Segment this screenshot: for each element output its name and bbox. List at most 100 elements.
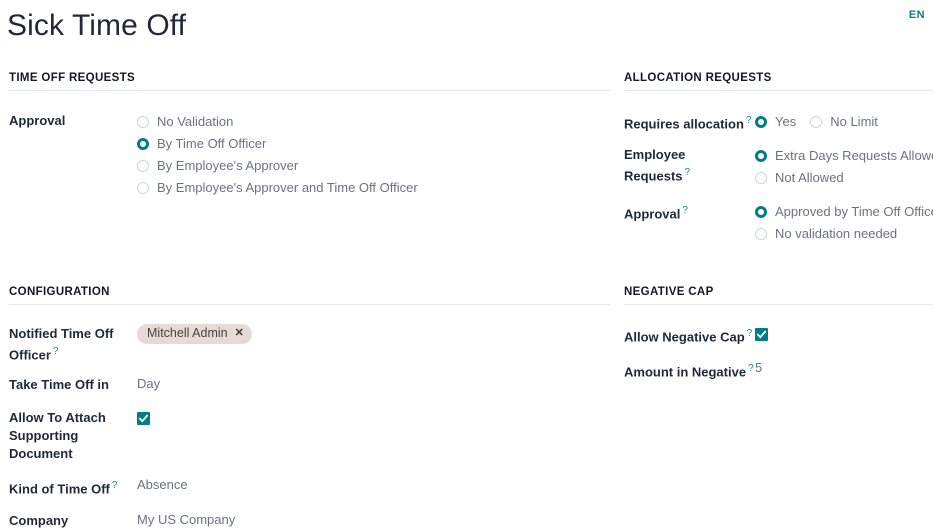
field-rows: Allow Negative Cap? Amount in Negative? … xyxy=(624,305,933,382)
field-row-requires-allocation: Requires allocation? Yes No Limit xyxy=(624,111,933,133)
label-company: Company xyxy=(9,512,69,528)
radio-employee-requests-not-allowed[interactable]: Not Allowed xyxy=(755,167,933,189)
radio-indicator-icon xyxy=(137,160,149,172)
label-text: Approval xyxy=(624,206,681,222)
radio-employee-requests-extra-days-allowed[interactable]: Extra Days Requests Allowed xyxy=(755,145,933,167)
radio-indicator-selected-icon xyxy=(755,150,767,163)
radio-indicator-icon xyxy=(755,228,767,241)
tag-remove-icon[interactable]: ✕ xyxy=(235,328,244,339)
help-tooltip-icon[interactable]: ? xyxy=(746,115,752,126)
radio-label: By Employee's Approver xyxy=(157,158,299,173)
radio-indicator-icon xyxy=(755,172,767,185)
label-allocation-approval: Approval? xyxy=(624,201,755,223)
field-rows: Requires allocation? Yes No Limit Employ… xyxy=(624,91,933,245)
field-rows: Approval No Validation By Time Off Offic… xyxy=(0,91,610,199)
help-tooltip-icon[interactable]: ? xyxy=(53,346,59,357)
radio-label: No Limit xyxy=(830,114,878,129)
label-text: Amount in Negative xyxy=(624,364,747,380)
label-allow-negative-cap: Allow Negative Cap? xyxy=(624,324,755,346)
label-text: Employee Requests xyxy=(624,147,686,184)
radio-indicator-selected-icon xyxy=(137,138,149,150)
value-allow-to-attach xyxy=(137,408,610,426)
radio-approval-no-validation[interactable]: No Validation xyxy=(137,111,610,133)
tag-mitchell-admin[interactable]: Mitchell Admin ✕ xyxy=(137,324,252,344)
value-allow-negative-cap xyxy=(755,324,933,342)
value-employee-requests: Extra Days Requests Allowed Not Allowed xyxy=(755,145,933,189)
radio-allocation-approval-approved-by-officer[interactable]: Approved by Time Off Officer xyxy=(755,201,933,223)
radio-label: Extra Days Requests Allowed xyxy=(775,148,933,164)
radio-approval-by-employees-approver[interactable]: By Employee's Approver xyxy=(137,155,610,177)
section-time-off-requests: TIME OFF REQUESTS Approval No Validation… xyxy=(0,72,610,209)
tag-label: Mitchell Admin xyxy=(147,326,228,340)
check-icon xyxy=(757,330,766,339)
radio-group-requires-allocation[interactable]: Yes No Limit xyxy=(755,111,933,133)
label-requires-allocation: Requires allocation? xyxy=(624,111,755,133)
value-allocation-approval: Approved by Time Off Officer No validati… xyxy=(755,201,933,245)
section-title-negative-cap: NEGATIVE CAP xyxy=(624,286,714,298)
field-row-allocation-approval: Approval? Approved by Time Off Officer N… xyxy=(624,201,933,245)
help-tooltip-icon[interactable]: ? xyxy=(112,480,118,491)
field-row-company: Company My US Company xyxy=(0,511,610,530)
field-row-kind-of-time-off: Kind of Time Off? Absence xyxy=(0,476,610,498)
radio-group-employee-requests[interactable]: Extra Days Requests Allowed Not Allowed xyxy=(755,145,933,189)
radio-group-allocation-approval[interactable]: Approved by Time Off Officer No validati… xyxy=(755,201,933,245)
help-tooltip-icon[interactable]: ? xyxy=(748,363,754,374)
radio-indicator-icon xyxy=(137,116,149,128)
radio-label: Yes xyxy=(775,114,797,129)
help-tooltip-icon[interactable]: ? xyxy=(747,328,753,339)
field-rows: Notified Time Off Officer? Mitchell Admi… xyxy=(0,305,610,530)
help-tooltip-icon[interactable]: ? xyxy=(685,167,691,178)
section-title-allocation-requests: ALLOCATION REQUESTS xyxy=(624,72,772,84)
field-row-allow-negative-cap: Allow Negative Cap? xyxy=(624,324,933,346)
label-allow-to-attach-supporting-document: Allow To Attach Supporting Document xyxy=(9,410,106,462)
field-row-take-time-off-in: Take Time Off in Day xyxy=(0,375,610,394)
radio-label: Approved by Time Off Officer xyxy=(775,204,933,220)
value-kind-of-time-off[interactable]: Absence xyxy=(137,476,610,494)
label-kind-of-time-off: Kind of Time Off? xyxy=(0,476,137,498)
field-row-amount-in-negative: Amount in Negative? 5 xyxy=(624,359,933,381)
radio-approval-by-approver-and-officer[interactable]: By Employee's Approver and Time Off Offi… xyxy=(137,177,610,199)
label-notified-time-off-officer: Notified Time Off Officer? xyxy=(0,324,137,364)
help-tooltip-icon[interactable]: ? xyxy=(682,205,688,216)
radio-group-approval[interactable]: No Validation By Time Off Officer By Emp… xyxy=(137,111,610,199)
radio-indicator-icon xyxy=(810,116,823,128)
value-notified-time-off-officer[interactable]: Mitchell Admin ✕ xyxy=(137,324,610,344)
section-allocation-requests: ALLOCATION REQUESTS Requires allocation?… xyxy=(624,72,933,245)
radio-requires-allocation-yes[interactable]: Yes xyxy=(755,111,796,133)
value-amount-in-negative[interactable]: 5 xyxy=(755,359,933,377)
label-text: Allow Negative Cap xyxy=(624,329,745,345)
value-take-time-off-in[interactable]: Day xyxy=(137,375,610,393)
radio-label: No Validation xyxy=(157,114,234,129)
field-row-approval: Approval No Validation By Time Off Offic… xyxy=(0,111,610,199)
label-take-time-off-in: Take Time Off in xyxy=(9,377,109,393)
radio-indicator-icon xyxy=(137,182,149,194)
radio-approval-by-time-off-officer[interactable]: By Time Off Officer xyxy=(137,133,610,155)
radio-label: No validation needed xyxy=(775,226,898,242)
language-selector[interactable]: EN xyxy=(909,9,925,21)
label-text: Kind of Time Off xyxy=(9,481,110,497)
checkbox-allow-negative-cap[interactable] xyxy=(755,328,768,342)
label-approval: Approval xyxy=(9,113,66,128)
label-employee-requests: Employee Requests? xyxy=(624,145,755,185)
label-text: Notified Time Off Officer xyxy=(9,326,114,363)
field-row-notified-officer: Notified Time Off Officer? Mitchell Admi… xyxy=(0,324,610,364)
radio-label: Not Allowed xyxy=(775,170,844,186)
label-text: Requires allocation xyxy=(624,116,744,132)
radio-allocation-approval-no-validation[interactable]: No validation needed xyxy=(755,223,933,245)
radio-indicator-selected-icon xyxy=(755,206,767,219)
section-configuration: CONFIGURATION Notified Time Off Officer?… xyxy=(0,286,610,530)
radio-requires-allocation-no-limit[interactable]: No Limit xyxy=(810,111,878,133)
value-approval: No Validation By Time Off Officer By Emp… xyxy=(137,111,610,199)
value-requires-allocation: Yes No Limit xyxy=(755,111,933,133)
field-row-allow-to-attach: Allow To Attach Supporting Document xyxy=(0,408,610,463)
checkbox-allow-to-attach[interactable] xyxy=(137,412,150,426)
section-title-time-off-requests: TIME OFF REQUESTS xyxy=(9,72,136,84)
radio-indicator-selected-icon xyxy=(755,116,767,128)
value-company[interactable]: My US Company xyxy=(137,511,610,529)
field-row-employee-requests: Employee Requests? Extra Days Requests A… xyxy=(624,145,933,189)
page-title: Sick Time Off xyxy=(7,9,187,42)
check-icon xyxy=(139,414,148,423)
radio-label: By Time Off Officer xyxy=(157,136,267,151)
section-negative-cap: NEGATIVE CAP Allow Negative Cap? Amount … xyxy=(624,286,933,382)
section-title-configuration: CONFIGURATION xyxy=(9,286,110,298)
